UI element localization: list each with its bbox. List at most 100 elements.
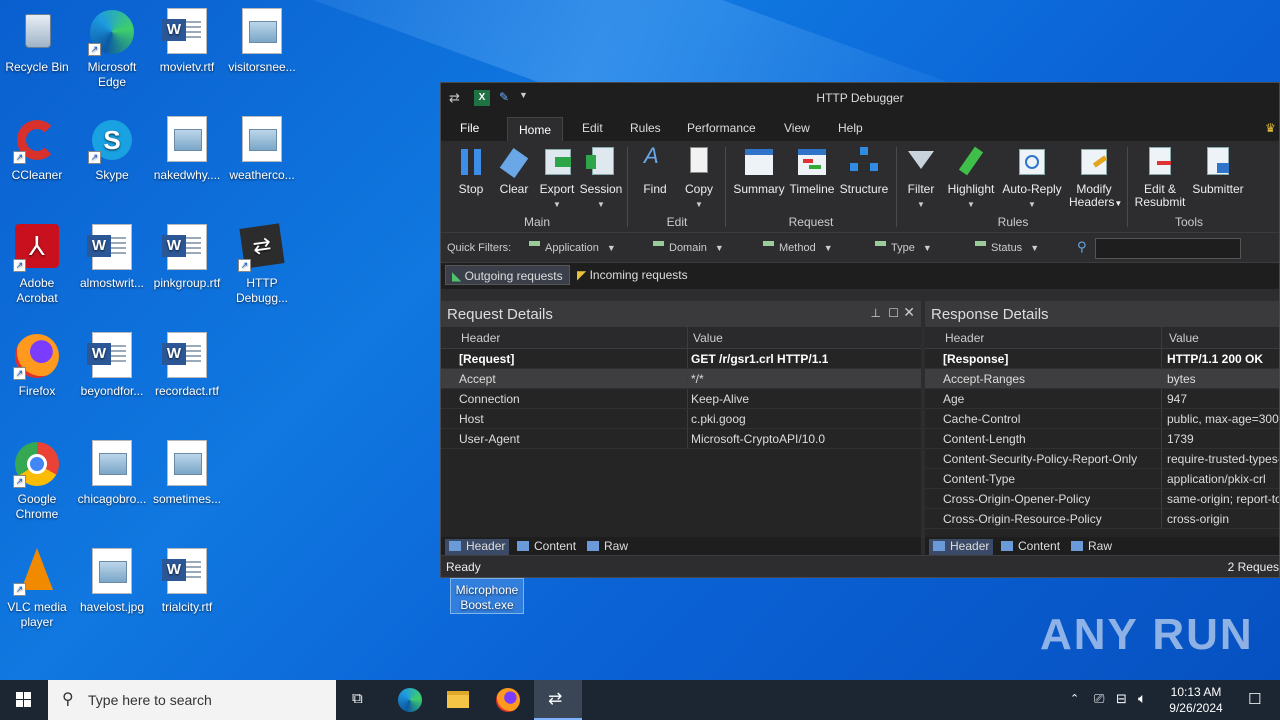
menu-view[interactable]: View — [784, 119, 810, 137]
table-row[interactable]: Content-Type application/pkix-crl — [925, 469, 1279, 489]
filter-domain[interactable]: Domain ▼ — [653, 241, 724, 254]
table-row[interactable]: Content-Length 1739 — [925, 429, 1279, 449]
stop-button[interactable]: Stop — [453, 145, 489, 196]
taskbar-firefox[interactable] — [484, 680, 532, 720]
taskbar-edge[interactable] — [386, 680, 434, 720]
desktop-icon-visitorsnee[interactable]: visitorsnee... — [225, 8, 299, 75]
pin-icon[interactable]: ⊥ — [871, 306, 881, 320]
desktop-icon-recycle-bin[interactable]: Recycle Bin — [0, 8, 74, 75]
close-icon[interactable]: ✕ — [903, 304, 915, 321]
desktop-icon-trialcity[interactable]: W trialcity.rtf — [150, 548, 224, 615]
menu-home[interactable]: Home — [507, 117, 563, 141]
table-row[interactable]: [Response] HTTP/1.1 200 OK — [925, 349, 1279, 369]
table-row[interactable]: Age 947 — [925, 389, 1279, 409]
start-button[interactable] — [0, 680, 48, 720]
menu-edit[interactable]: Edit — [582, 119, 603, 137]
ribbon: Stop Clear Export ▼ Session ▼ A Find Copy ▼… — [441, 141, 1279, 233]
timeline-button[interactable]: Timeline — [789, 145, 835, 196]
menu-rules[interactable]: Rules — [630, 119, 661, 137]
desktop-icon-pinkgroup[interactable]: W pinkgroup.rtf — [150, 224, 224, 291]
clear-button[interactable]: Clear — [496, 145, 532, 196]
response-subtab-content[interactable]: Content — [997, 539, 1064, 555]
response-subtab-header[interactable]: Header — [929, 539, 994, 555]
filter-status[interactable]: Status ▼ — [975, 241, 1039, 254]
modify-headers-button[interactable]: Modify Headers▼ — [1069, 145, 1122, 210]
column-header-name[interactable]: Header — [945, 331, 984, 345]
table-row[interactable]: Connection Keep-Alive — [441, 389, 921, 409]
table-row[interactable]: Accept */* — [441, 369, 921, 389]
desktop-icon-sometimes[interactable]: sometimes... — [150, 440, 224, 507]
word-doc-icon: W — [87, 332, 136, 380]
desktop-icon-firefox[interactable]: ↗ Firefox — [0, 332, 74, 399]
timeline-label: Timeline — [789, 182, 835, 196]
desktop-icon-microphone-boost[interactable]: Microphone Boost.exe — [450, 578, 524, 614]
response-subtab-raw[interactable]: Raw — [1067, 539, 1116, 555]
desktop-icon-http-debugger[interactable]: ⇄ ↗ HTTP Debugg... — [225, 223, 299, 306]
filter-type[interactable]: Type ▼ — [875, 241, 932, 254]
table-row[interactable]: Host c.pki.goog — [441, 409, 921, 429]
taskbar-file-explorer[interactable] — [434, 680, 482, 720]
column-header-value[interactable]: Value — [693, 331, 723, 345]
notifications-button[interactable]: ☐ — [1232, 680, 1280, 720]
desktop-icon-almostwrit[interactable]: W almostwrit... — [75, 224, 149, 291]
desktop-icon-chicagobro[interactable]: chicagobro... — [75, 440, 149, 507]
desktop-icon-google-chrome[interactable]: ↗ Google Chrome — [0, 440, 74, 522]
device-icon[interactable]: ⎚ — [1094, 691, 1104, 707]
desktop-icon-nakedwhy[interactable]: nakedwhy.... — [150, 116, 224, 183]
menu-performance[interactable]: Performance — [687, 119, 756, 137]
maximize-icon[interactable]: ☐ — [888, 306, 899, 320]
menu-help[interactable]: Help — [838, 119, 863, 137]
desktop-icon-vlc[interactable]: ↗ VLC media player — [0, 548, 74, 630]
filter-application[interactable]: Application ▼ — [529, 241, 616, 254]
find-button[interactable]: A Find — [637, 145, 673, 196]
network-icon[interactable]: ⊟ — [1116, 691, 1127, 707]
table-row[interactable]: Cross-Origin-Resource-Policy cross-origin — [925, 509, 1279, 529]
crown-icon[interactable]: ♛ — [1265, 119, 1276, 137]
highlight-button[interactable]: Highlight ▼ — [943, 145, 999, 211]
request-subtab-raw[interactable]: Raw — [583, 539, 632, 555]
desktop-icon-ccleaner[interactable]: ↗ CCleaner — [0, 116, 74, 183]
auto-reply-button[interactable]: Auto-Reply ▼ — [999, 145, 1065, 211]
tab-outgoing-requests[interactable]: ◣ Outgoing requests — [445, 265, 570, 285]
taskbar-search[interactable]: ⚲ Type here to search — [48, 680, 336, 720]
menu-file[interactable]: File — [441, 113, 497, 141]
request-subtab-header[interactable]: Header — [445, 539, 510, 555]
column-header-name[interactable]: Header — [461, 331, 500, 345]
table-row[interactable]: [Request] GET /r/gsr1.crl HTTP/1.1 — [441, 349, 921, 369]
desktop-icon-havelost[interactable]: havelost.jpg — [75, 548, 149, 615]
taskbar-http-debugger[interactable]: ⇄ — [534, 680, 582, 720]
chevron-up-icon[interactable]: ⌃ — [1070, 692, 1079, 705]
quick-search-input[interactable] — [1095, 238, 1241, 259]
request-subtab-content[interactable]: Content — [513, 539, 580, 555]
desktop-icon-microsoft-edge[interactable]: ↗ Microsoft Edge — [75, 8, 149, 90]
session-button[interactable]: Session ▼ — [579, 145, 623, 211]
clock[interactable]: 10:13 AM 9/26/2024 — [1160, 684, 1232, 716]
desktop-icon-beyondfor[interactable]: W beyondfor... — [75, 332, 149, 399]
submitter-button[interactable]: Submitter — [1189, 145, 1247, 196]
filter-button[interactable]: Filter ▼ — [903, 145, 939, 211]
desktop-icon-label: weatherco... — [229, 168, 295, 182]
desktop-icon-skype[interactable]: S ↗ Skype — [75, 116, 149, 183]
table-row[interactable]: Content-Security-Policy-Report-Only requi… — [925, 449, 1279, 469]
table-row[interactable]: Cache-Control public, max-age=3000 — [925, 409, 1279, 429]
desktop-icon-recordact[interactable]: W recordact.rtf — [150, 332, 224, 399]
task-view-button[interactable]: ⧉ — [336, 680, 384, 720]
table-row[interactable]: Accept-Ranges bytes — [925, 369, 1279, 389]
table-row[interactable]: User-Agent Microsoft-CryptoAPI/10.0 — [441, 429, 921, 449]
tab-incoming-requests[interactable]: ◤ Incoming requests — [571, 265, 694, 285]
copy-label: Copy — [684, 182, 713, 196]
structure-button[interactable]: Structure — [839, 145, 889, 196]
desktop-icon-movietv[interactable]: W movietv.rtf — [150, 8, 224, 75]
desktop-icon-adobe-acrobat[interactable]: ⅄ ↗ Adobe Acrobat — [0, 224, 74, 306]
column-header-value[interactable]: Value — [1169, 331, 1199, 345]
filter-method[interactable]: Method ▼ — [763, 241, 833, 254]
copy-button[interactable]: Copy ▼ — [681, 145, 717, 211]
edit-resubmit-button[interactable]: Edit & Resubmit — [1133, 145, 1187, 209]
clock-date: 9/26/2024 — [1169, 701, 1223, 715]
http-debugger-window[interactable]: ⇄ X ✎ ▼ HTTP Debugger File Home Edit Rul… — [440, 82, 1280, 578]
desktop-icon-weatherco[interactable]: weatherco... — [225, 116, 299, 183]
export-button[interactable]: Export ▼ — [537, 145, 577, 211]
summary-button[interactable]: Summary — [733, 145, 785, 196]
volume-icon[interactable]: 🔈︎ — [1138, 690, 1146, 707]
table-row[interactable]: Cross-Origin-Opener-Policy same-origin; r… — [925, 489, 1279, 509]
